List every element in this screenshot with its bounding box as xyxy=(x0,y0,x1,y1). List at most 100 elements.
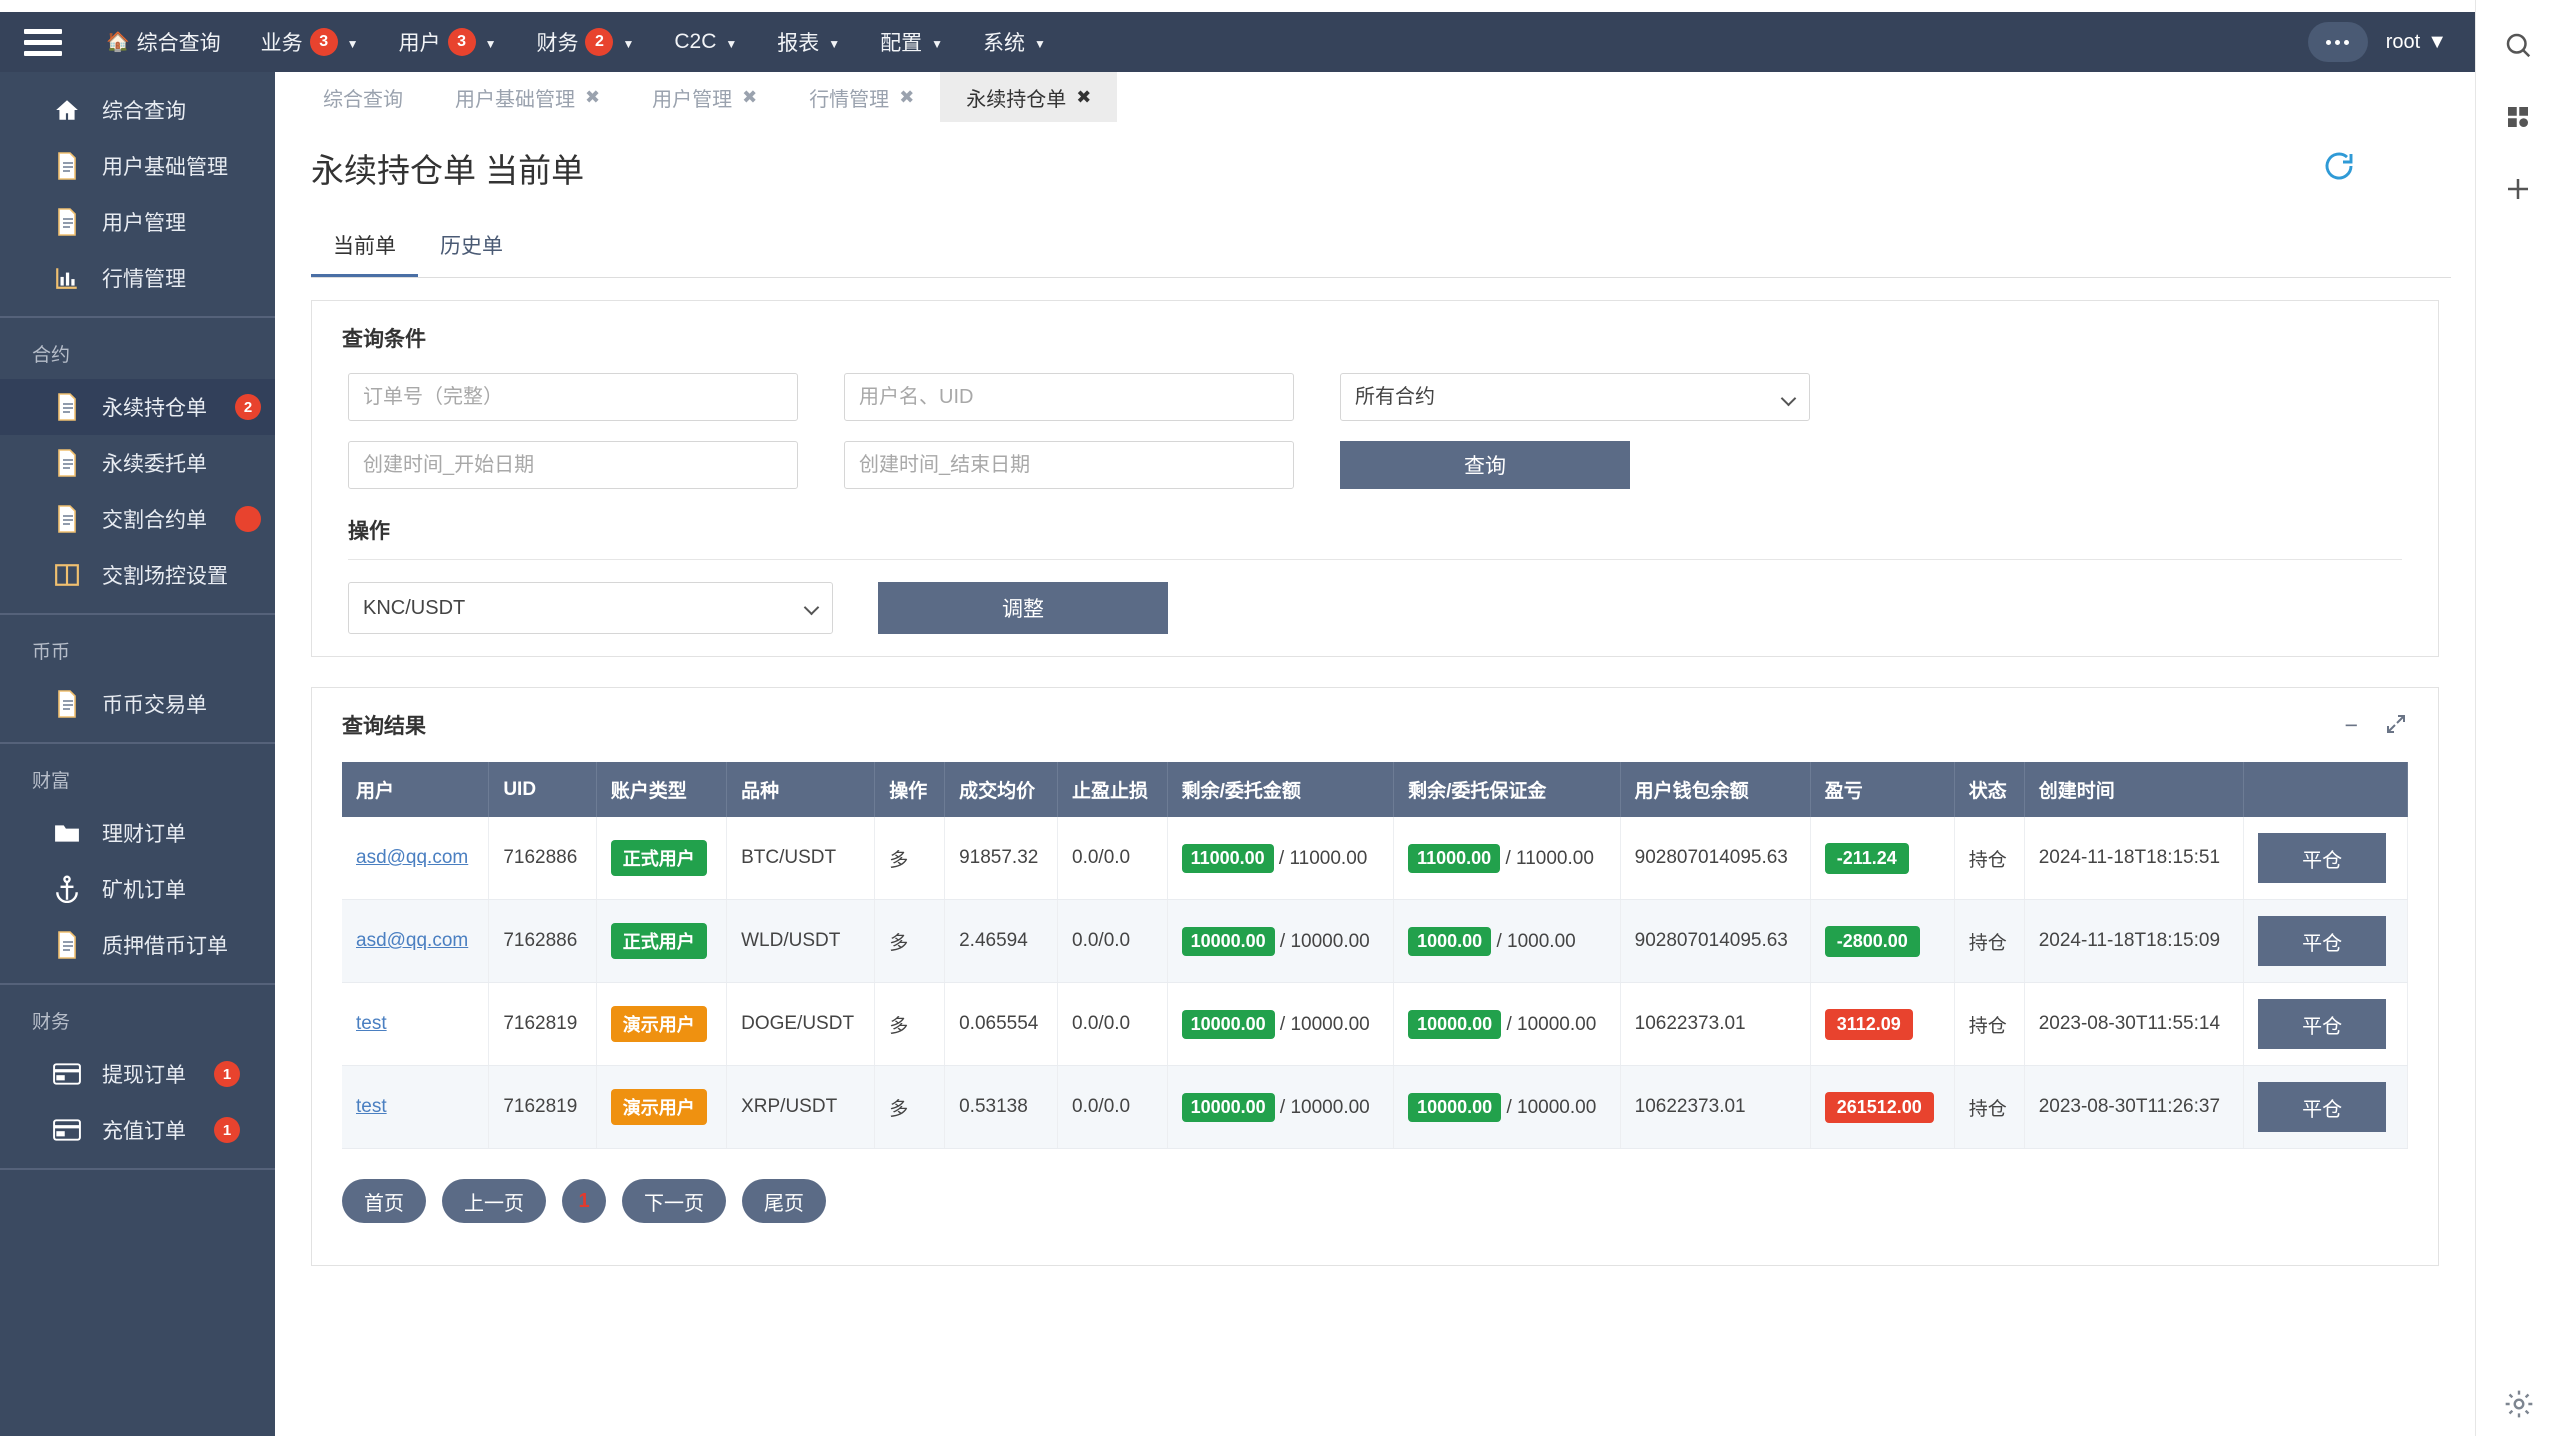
user-link[interactable]: test xyxy=(356,1096,387,1117)
sidebar-item-miner-orders[interactable]: 矿机订单 xyxy=(0,861,275,917)
table-head: 用户 UID 账户类型 品种 操作 成交均价 止盈止损 剩余/委托金额 剩余/委… xyxy=(342,762,2408,817)
document-icon xyxy=(52,505,82,533)
nav-item-c2c[interactable]: C2C ▼ xyxy=(654,12,757,72)
table-body: asd@qq.com 7162886 正式用户 BTC/USDT 多 91857… xyxy=(342,817,2408,1149)
tab-user-management[interactable]: 用户管理 ✖ xyxy=(626,72,783,122)
tab-market-management[interactable]: 行情管理 ✖ xyxy=(783,72,940,122)
table-row: test 7162819 演示用户 XRP/USDT 多 0.53138 0.0… xyxy=(342,1066,2408,1149)
cell-direction: 多 xyxy=(875,983,945,1066)
user-menu[interactable]: root ▼ xyxy=(2386,31,2447,54)
amount-total: 10000.00 xyxy=(1290,1014,1369,1035)
col-margin: 剩余/委托保证金 xyxy=(1394,762,1621,817)
sidebar-label: 行情管理 xyxy=(102,263,186,293)
search-icon[interactable] xyxy=(2495,22,2541,68)
col-created: 创建时间 xyxy=(2024,762,2243,817)
sidebar-item-spot-trade-orders[interactable]: 币币交易单 xyxy=(0,676,275,732)
cell-account-type: 正式用户 xyxy=(596,817,726,900)
pagination-last[interactable]: 尾页 xyxy=(742,1179,826,1223)
sidebar-item-pledge-borrow-orders[interactable]: 质押借币订单 xyxy=(0,917,275,973)
sidebar-item-deposit-orders[interactable]: 充值订单 1 xyxy=(0,1102,275,1158)
extensions-icon[interactable] xyxy=(2495,94,2541,140)
subtab-label: 当前单 xyxy=(333,235,396,258)
add-icon[interactable] xyxy=(2495,166,2541,212)
order-no-field-wrap xyxy=(348,373,798,421)
cell-wallet: 902807014095.63 xyxy=(1620,900,1810,983)
nav-item-finance[interactable]: 财务 2 ▼ xyxy=(516,12,654,72)
pagination-current-page[interactable]: 1 xyxy=(562,1179,606,1223)
top-nav-right: root ▼ xyxy=(2308,22,2475,62)
tab-user-basic-management[interactable]: 用户基础管理 ✖ xyxy=(429,72,626,122)
tab-comprehensive-query[interactable]: 综合查询 xyxy=(297,72,429,122)
chevron-down-icon: ▼ xyxy=(828,37,840,51)
close-position-button[interactable]: 平仓 xyxy=(2258,833,2386,883)
cell-amount: 11000.00 / 11000.00 xyxy=(1167,817,1394,900)
menu-toggle-button[interactable] xyxy=(0,29,86,56)
chat-icon[interactable] xyxy=(2308,22,2368,62)
tab-label: 永续持仓单 xyxy=(966,83,1066,112)
close-icon[interactable]: ✖ xyxy=(899,87,914,108)
search-button[interactable]: 查询 xyxy=(1340,441,1630,489)
nav-item-home[interactable]: 🏠 综合查询 xyxy=(86,12,241,72)
sidebar-item-comprehensive-query[interactable]: 综合查询 xyxy=(0,82,275,138)
sidebar-badge: 2 xyxy=(235,394,261,420)
tab-perpetual-positions[interactable]: 永续持仓单 ✖ xyxy=(940,72,1117,122)
user-link[interactable]: asd@qq.com xyxy=(356,930,468,951)
close-icon[interactable]: ✖ xyxy=(585,87,600,108)
expand-icon[interactable] xyxy=(2384,712,2408,739)
nav-item-system[interactable]: 系统 ▼ xyxy=(963,12,1066,72)
nav-item-users[interactable]: 用户 3 ▼ xyxy=(379,12,517,72)
subtab-current-orders[interactable]: 当前单 xyxy=(311,218,418,277)
pagination-next[interactable]: 下一页 xyxy=(622,1179,726,1223)
subtab-history-orders[interactable]: 历史单 xyxy=(418,218,525,277)
settings-icon[interactable] xyxy=(2476,1388,2560,1420)
user-link[interactable]: asd@qq.com xyxy=(356,847,468,868)
end-date-input[interactable] xyxy=(844,441,1294,489)
pagination-prev[interactable]: 上一页 xyxy=(442,1179,546,1223)
minimize-icon[interactable]: − xyxy=(2345,712,2358,739)
sidebar-item-perpetual-orders[interactable]: 永续委托单 xyxy=(0,435,275,491)
tab-label: 行情管理 xyxy=(809,83,889,112)
margin-left-badge: 1000.00 xyxy=(1408,927,1491,956)
sidebar-item-wealth-orders[interactable]: 理财订单 xyxy=(0,805,275,861)
pagination-first[interactable]: 首页 xyxy=(342,1179,426,1223)
sidebar-item-user-basic-management[interactable]: 用户基础管理 xyxy=(0,138,275,194)
cell-avg-price: 91857.32 xyxy=(945,817,1058,900)
close-position-button[interactable]: 平仓 xyxy=(2258,1082,2386,1132)
sidebar-item-perpetual-positions[interactable]: 永续持仓单 2 xyxy=(0,379,275,435)
cell-status: 持仓 xyxy=(1954,817,2024,900)
cell-status: 持仓 xyxy=(1954,1066,2024,1149)
sidebar-group-finance: 财务 提现订单 1 充值订单 1 xyxy=(0,985,275,1170)
col-status: 状态 xyxy=(1954,762,2024,817)
close-position-button[interactable]: 平仓 xyxy=(2258,999,2386,1049)
trading-pair-select[interactable]: KNC/USDT xyxy=(348,582,833,634)
end-date-field-wrap xyxy=(844,441,1294,489)
cell-margin: 11000.00 / 11000.00 xyxy=(1394,817,1621,900)
close-icon[interactable]: ✖ xyxy=(742,87,757,108)
nav-item-reports[interactable]: 报表 ▼ xyxy=(757,12,860,72)
sidebar-group-title-contract: 合约 xyxy=(0,324,275,379)
start-date-input[interactable] xyxy=(348,441,798,489)
user-link[interactable]: test xyxy=(356,1013,387,1034)
nav-item-config[interactable]: 配置 ▼ xyxy=(860,12,963,72)
sidebar-item-market-management[interactable]: 行情管理 xyxy=(0,250,275,306)
col-direction: 操作 xyxy=(875,762,945,817)
adjust-button[interactable]: 调整 xyxy=(878,582,1168,634)
sidebar-item-delivery-contract-orders[interactable]: 交割合约单 xyxy=(0,491,275,547)
pnl-badge: 261512.00 xyxy=(1825,1092,1934,1123)
cell-wallet: 10622373.01 xyxy=(1620,983,1810,1066)
refresh-icon[interactable] xyxy=(2323,150,2355,182)
nav-item-business[interactable]: 业务 3 ▼ xyxy=(241,12,379,72)
cell-amount: 10000.00 / 10000.00 xyxy=(1167,983,1394,1066)
cell-user: asd@qq.com xyxy=(342,900,489,983)
table-row: asd@qq.com 7162886 正式用户 BTC/USDT 多 91857… xyxy=(342,817,2408,900)
username-input[interactable] xyxy=(844,373,1294,421)
order-no-input[interactable] xyxy=(348,373,798,421)
sidebar-item-withdraw-orders[interactable]: 提现订单 1 xyxy=(0,1046,275,1102)
cell-created: 2023-08-30T11:26:37 xyxy=(2024,1066,2243,1149)
close-icon[interactable]: ✖ xyxy=(1076,87,1091,108)
close-position-button[interactable]: 平仓 xyxy=(2258,916,2386,966)
contract-select[interactable]: 所有合约 xyxy=(1340,373,1810,421)
sidebar-item-user-management[interactable]: 用户管理 xyxy=(0,194,275,250)
cell-tp-sl: 0.0/0.0 xyxy=(1058,1066,1168,1149)
sidebar-item-delivery-control-settings[interactable]: 交割场控设置 xyxy=(0,547,275,603)
